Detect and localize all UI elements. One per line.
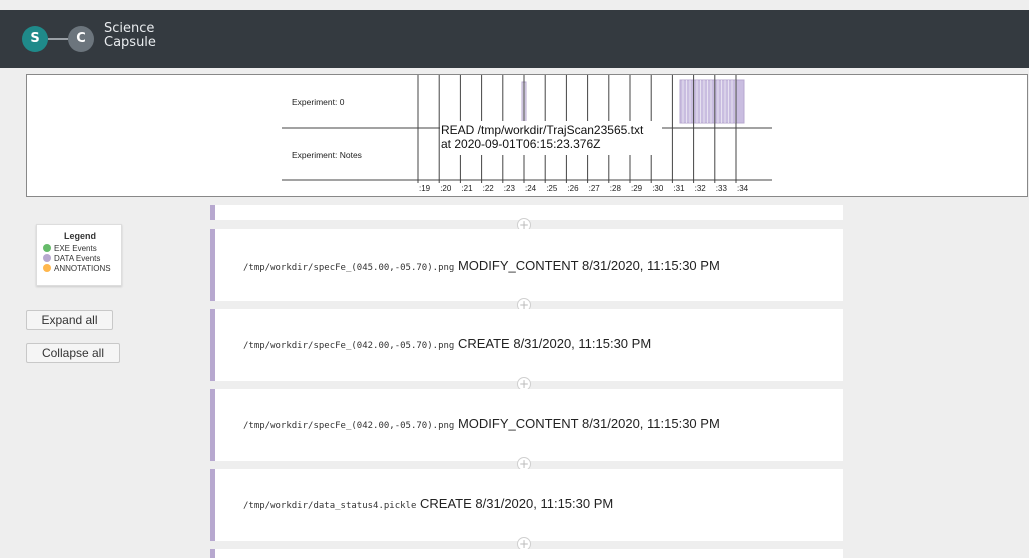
tooltip-line-2: at 2020-09-01T06:15:23.376Z [441,137,601,151]
row-label-experiment-0: Experiment: 0 [292,97,345,107]
time-tick-label: :22 [483,184,495,193]
event-card[interactable]: /tmp/workdir/data_status4.pickle CREATE … [210,469,843,541]
event-path: /tmp/workdir/specFe_(042.00,-05.70).png [243,341,455,351]
event-text: /tmp/workdir/specFe_(042.00,-05.70).png … [243,336,651,351]
legend-label-exe: EXE Events [54,243,97,253]
data-events-dot-icon [43,254,51,262]
top-navbar: S C Science Capsule [0,10,1029,68]
brand-name[interactable]: Science Capsule [104,22,156,50]
row-label-experiment-notes: Experiment: Notes [292,150,362,160]
event-path: /tmp/workdir/data_status4.pickle [243,501,417,511]
annotations-dot-icon [43,264,51,272]
event-card-partial-bottom [210,549,843,558]
logo-s-icon[interactable]: S [22,26,48,52]
event-card[interactable]: /tmp/workdir/specFe_(042.00,-05.70).png … [210,309,843,381]
app-root: S C Science Capsule Experiment: 0 Experi… [0,0,1029,558]
legend-label-data: DATA Events [54,253,101,263]
time-tick-label: :24 [525,184,537,193]
event-timestamp: 8/31/2020, 11:15:30 PM [581,416,720,431]
event-action: CREATE [420,496,472,511]
brand-line-1: Science [104,21,155,36]
event-text: /tmp/workdir/specFe_(042.00,-05.70).png … [243,416,720,431]
time-tick-label: :19 [419,184,431,193]
event-action: MODIFY_CONTENT [457,416,579,431]
time-tick-label: :20 [440,184,452,193]
time-tick-label: :28 [610,184,622,193]
logo-c-icon[interactable]: C [68,26,94,52]
logo-connector [48,38,68,40]
event-card[interactable]: /tmp/workdir/specFe_(042.00,-05.70).png … [210,389,843,461]
event-path: /tmp/workdir/specFe_(045.00,-05.70).png [243,263,455,273]
legend-label-annotations: ANNOTATIONS [54,263,111,273]
event-action: CREATE [457,336,510,351]
expand-all-button[interactable]: Expand all [26,310,113,330]
legend-title: Legend [63,231,96,241]
time-tick-label: :32 [695,184,707,193]
timeline-panel: Experiment: 0 Experiment: Notes :19 :20 :2… [26,74,1028,197]
time-tick-label: :31 [673,184,685,193]
brand-line-2: Capsule [104,35,156,50]
event-action: MODIFY_CONTENT [457,258,579,273]
tooltip-line-1: READ /tmp/workdir/TrajScan23565.txt [441,123,644,137]
event-timestamp: 8/31/2020, 11:15:30 PM [513,336,652,351]
legend-item-annotations: ANNOTATIONS [43,263,117,273]
time-tick-label: :27 [589,184,601,193]
exe-events-dot-icon [43,244,51,252]
event-timestamp: 8/31/2020, 11:15:30 PM [581,258,720,273]
collapse-all-button[interactable]: Collapse all [26,343,120,363]
time-tick-label: :30 [652,184,664,193]
time-tick-label: :33 [716,184,728,193]
event-text: /tmp/workdir/specFe_(045.00,-05.70).png … [243,258,720,273]
event-tooltip: READ /tmp/workdir/TrajScan23565.txt at 2… [440,121,662,155]
event-path: /tmp/workdir/specFe_(042.00,-05.70).png [243,421,455,431]
event-card[interactable]: /tmp/workdir/specFe_(045.00,-05.70).png … [210,229,843,301]
legend-item-exe: EXE Events [43,243,117,253]
legend: Legend EXE Events DATA Events ANNOTATION… [36,224,122,286]
time-tick-label: :34 [737,184,749,193]
time-tick-label: :21 [461,184,473,193]
event-timestamp: 8/31/2020, 11:15:30 PM [475,496,614,511]
time-tick-label: :29 [631,184,643,193]
time-tick-label: :23 [504,184,516,193]
time-tick-label: :26 [567,184,579,193]
legend-item-data: DATA Events [43,253,117,263]
event-text: /tmp/workdir/data_status4.pickle CREATE … [243,496,613,511]
time-tick-label: :25 [546,184,558,193]
